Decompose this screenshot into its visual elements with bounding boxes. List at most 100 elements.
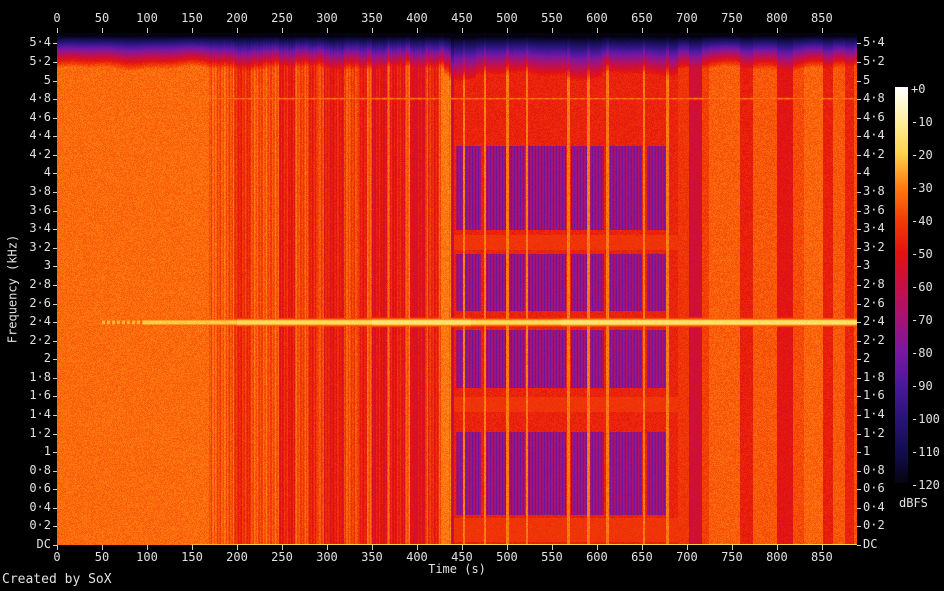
time-tick-mark (371, 545, 373, 550)
time-tick-mark (821, 545, 823, 550)
freq-tick-mark (857, 80, 861, 82)
freq-tick-mark (857, 359, 861, 361)
freq-tick-mark (53, 210, 57, 212)
time-tick-label: 700 (676, 11, 698, 25)
time-tick-label: 500 (496, 11, 518, 25)
freq-tick-mark (53, 507, 57, 509)
freq-tick-mark (857, 154, 861, 156)
colorbar-tick-label: -10 (911, 115, 933, 129)
freq-tick-mark (53, 340, 57, 342)
freq-tick-label: 1·6 (863, 388, 885, 403)
time-tick-mark (191, 28, 193, 33)
freq-tick-label: 0·4 (29, 499, 51, 514)
time-tick-label: 650 (631, 550, 653, 564)
colorbar-tick-label: -120 (911, 478, 940, 492)
freq-tick-mark (857, 266, 861, 268)
freq-tick-label: 5 (863, 72, 871, 87)
time-tick-mark (461, 28, 463, 33)
colorbar-tick-label: +0 (911, 82, 926, 96)
time-tick-mark (57, 545, 58, 550)
freq-tick-label: 5·4 (29, 35, 51, 50)
time-tick-mark (821, 28, 823, 33)
freq-tick-label: 3·4 (29, 221, 51, 236)
freq-tick-mark (857, 377, 861, 379)
freq-tick-label: 0·8 (29, 462, 51, 477)
freq-tick-mark (857, 192, 861, 194)
freq-tick-mark (857, 99, 861, 101)
freq-tick-mark (53, 526, 57, 528)
time-tick-label: 300 (316, 11, 338, 25)
freq-tick-mark (53, 43, 57, 45)
credit-text: Created by SoX (2, 572, 112, 587)
freq-tick-mark (857, 340, 861, 342)
freq-tick-mark (53, 489, 57, 491)
time-tick-mark (101, 28, 103, 33)
freq-tick-mark (857, 545, 861, 546)
freq-tick-mark (53, 192, 57, 194)
freq-tick-mark (857, 117, 861, 119)
freq-tick-label: 3·2 (863, 239, 885, 254)
freq-tick-mark (53, 377, 57, 379)
freq-tick-mark (53, 433, 57, 435)
time-tick-label: 350 (361, 11, 383, 25)
time-tick-label: 400 (406, 11, 428, 25)
freq-tick-mark (53, 136, 57, 138)
time-tick-label: 600 (586, 11, 608, 25)
time-tick-label: 550 (541, 550, 563, 564)
time-tick-label: 50 (94, 550, 110, 564)
freq-tick-label: 1 (863, 444, 871, 459)
time-tick-mark (596, 28, 598, 33)
freq-tick-label: 1·2 (863, 425, 885, 440)
freq-tick-label: 3·8 (863, 184, 885, 199)
freq-tick-mark (857, 43, 861, 45)
freq-tick-label: DC (863, 537, 878, 551)
freq-tick-mark (53, 396, 57, 398)
time-tick-mark (641, 28, 643, 33)
freq-tick-label: 5·4 (863, 35, 885, 50)
freq-tick-mark (53, 452, 57, 454)
colorbar-tick-label: -30 (911, 181, 933, 195)
freq-tick-label: DC (36, 537, 51, 551)
time-tick-mark (731, 545, 733, 550)
time-tick-mark (551, 28, 553, 33)
time-tick-label: 350 (361, 550, 383, 564)
freq-tick-label: 4·8 (29, 91, 51, 106)
colorbar-tick-label: -80 (911, 346, 933, 360)
freq-tick-label: 2·4 (863, 314, 885, 329)
freq-tick-mark (53, 247, 57, 249)
freq-tick-label: 3·4 (863, 221, 885, 236)
colorbar-tick-label: -90 (911, 379, 933, 393)
time-tick-mark (731, 28, 733, 33)
time-tick-mark (236, 28, 238, 33)
colorbar-tick-label: -110 (911, 445, 940, 459)
freq-tick-label: 4·8 (863, 91, 885, 106)
freq-tick-mark (53, 99, 57, 101)
freq-tick-mark (53, 470, 57, 472)
time-tick-mark (641, 545, 643, 550)
freq-tick-label: 2·8 (863, 276, 885, 291)
time-tick-mark (506, 28, 508, 33)
freq-tick-label: 4·4 (29, 128, 51, 143)
freq-tick-mark (857, 136, 861, 138)
colorbar-tick-label: -20 (911, 148, 933, 162)
freq-tick-label: 1 (43, 444, 51, 459)
time-tick-label: 250 (271, 11, 293, 25)
freq-tick-label: 2·6 (863, 295, 885, 310)
time-tick-label: 300 (316, 550, 338, 564)
freq-tick-mark (53, 284, 57, 286)
freq-tick-label: 3 (863, 258, 871, 273)
time-tick-mark (236, 545, 238, 550)
freq-tick-mark (857, 526, 861, 528)
freq-tick-mark (53, 303, 57, 305)
time-tick-mark (101, 545, 103, 550)
freq-tick-mark (53, 266, 57, 268)
time-tick-mark (191, 545, 193, 550)
freq-tick-label: 0·2 (863, 518, 885, 533)
colorbar-tick-label: -60 (911, 280, 933, 294)
freq-tick-label: 0·6 (29, 481, 51, 496)
freq-tick-mark (53, 414, 57, 416)
time-tick-mark (326, 28, 328, 33)
freq-tick-label: 3·8 (29, 184, 51, 199)
freq-tick-mark (857, 303, 861, 305)
freq-tick-mark (857, 229, 861, 231)
